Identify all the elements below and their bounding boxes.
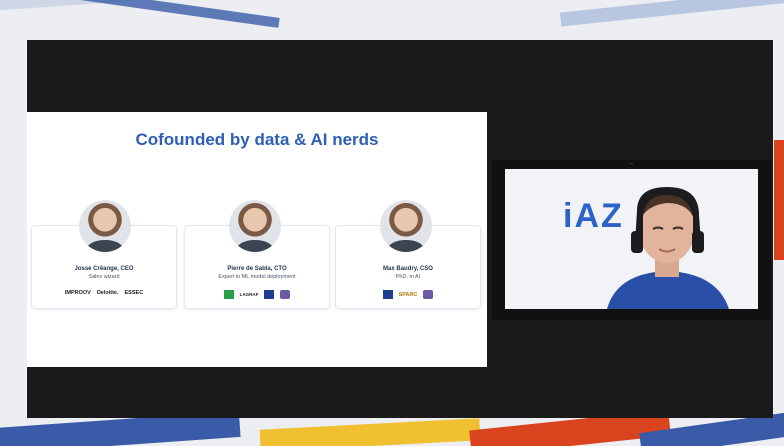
- cofounder-role: Sales wizard: [88, 274, 120, 280]
- logo-essec: ESSEC: [124, 290, 144, 296]
- logo-lagraf: LAGRAF: [239, 292, 259, 297]
- speaker-video: iAZ: [505, 169, 758, 309]
- logo-blue: [264, 290, 275, 299]
- company-logos: IMPROOV Deloitte. ESSEC: [32, 290, 176, 296]
- company-logos: LAGRAF: [185, 290, 329, 299]
- avatar-ceo: [79, 200, 131, 252]
- speaker-camera-panel: ... iAZ: [492, 160, 771, 320]
- cofounder-name: Max Baudry, CSO: [383, 266, 433, 272]
- avatar-cso: [380, 200, 432, 252]
- company-logos: SPARC: [336, 290, 480, 299]
- slide-title: Cofounded by data & AI nerds: [135, 130, 379, 149]
- logo-blue: [382, 290, 393, 299]
- presentation-slide: Cofounded by data & AI nerds Josse Crêan…: [27, 112, 487, 367]
- cofounder-name: Josse Crêange, CEO: [74, 266, 134, 272]
- logo-crest: [280, 290, 291, 299]
- camera-caption: ...: [629, 160, 634, 166]
- cofounder-role: PhD. in AI: [395, 274, 421, 280]
- logo-crest: [423, 290, 434, 299]
- logo-sparc: SPARC: [398, 291, 418, 298]
- cofounder-name: Pierre de Sabla, CTO: [227, 266, 287, 272]
- cofounder-role: Expert in ML model deployment: [218, 274, 296, 280]
- avatar-cto: [229, 200, 281, 252]
- speaker-figure: [607, 187, 729, 309]
- logo-green: [223, 290, 234, 299]
- logo-deloitte: Deloitte.: [96, 290, 119, 296]
- logo-improov: IMPROOV: [64, 290, 91, 296]
